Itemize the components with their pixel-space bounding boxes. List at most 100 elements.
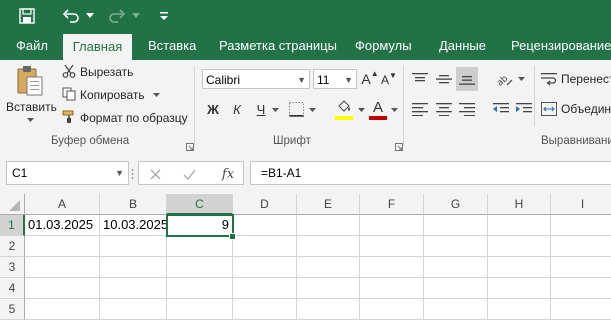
cell-b2[interactable] (100, 236, 167, 257)
paste-icon[interactable] (13, 64, 47, 98)
font-color-button[interactable]: A (369, 97, 387, 117)
chevron-down-icon[interactable]: ▼ (115, 162, 124, 184)
merge-center-icon[interactable] (540, 100, 558, 118)
align-bottom-icon[interactable] (456, 67, 478, 91)
format-painter-icon[interactable] (61, 109, 77, 125)
cell-h5[interactable] (488, 299, 551, 320)
row-header-1[interactable]: 1 (0, 215, 25, 236)
cell-h3[interactable] (488, 257, 551, 278)
paste-button-label[interactable]: Вставить (6, 100, 57, 114)
tab-insert[interactable]: Вставка (148, 32, 196, 60)
decrease-indent-icon[interactable] (490, 98, 512, 120)
cell-h2[interactable] (488, 236, 551, 257)
cell-g3[interactable] (424, 257, 488, 278)
merge-center-button[interactable]: Объедини (561, 102, 611, 116)
borders-dropdown-icon[interactable] (307, 105, 317, 115)
row-header-5[interactable]: 5 (0, 299, 25, 320)
cell-e1[interactable] (297, 215, 360, 236)
cell-a1[interactable]: 01.03.2025 (25, 215, 100, 236)
cell-g2[interactable] (424, 236, 488, 257)
clipboard-launcher-icon[interactable] (186, 138, 194, 151)
cell-e3[interactable] (297, 257, 360, 278)
row-header-3[interactable]: 3 (0, 257, 25, 278)
increase-indent-icon[interactable] (513, 98, 535, 120)
formula-input[interactable]: =B1-A1 (250, 161, 611, 185)
cell-i5[interactable] (551, 299, 611, 320)
select-all-corner[interactable] (0, 194, 25, 215)
row-header-4[interactable]: 4 (0, 278, 25, 299)
customize-qat-icon[interactable] (156, 4, 172, 28)
cell-i3[interactable] (551, 257, 611, 278)
copy-dropdown-icon[interactable] (151, 91, 161, 99)
save-icon[interactable] (14, 4, 40, 28)
tab-file[interactable]: Файл (16, 32, 48, 60)
copy-button[interactable]: Копировать (80, 88, 145, 102)
column-header-b[interactable]: B (100, 194, 167, 215)
cancel-icon[interactable] (147, 166, 163, 182)
cell-g1[interactable] (424, 215, 488, 236)
cell-a3[interactable] (25, 257, 100, 278)
cut-button[interactable]: Вырезать (80, 65, 133, 79)
cell-f5[interactable] (360, 299, 424, 320)
font-color-dropdown-icon[interactable] (389, 105, 399, 115)
cell-b1[interactable]: 10.03.2025 (100, 215, 168, 236)
align-top-icon[interactable] (409, 68, 431, 90)
row-header-2[interactable]: 2 (0, 236, 25, 257)
orientation-dropdown-icon[interactable] (516, 74, 526, 84)
cell-a4[interactable] (25, 278, 100, 299)
cell-d5[interactable] (233, 299, 297, 320)
font-launcher-icon[interactable] (395, 138, 403, 151)
column-header-h[interactable]: H (488, 194, 551, 215)
column-header-g[interactable]: G (424, 194, 488, 215)
cell-c3[interactable] (167, 257, 233, 278)
cell-c2[interactable] (167, 236, 233, 257)
fill-handle[interactable] (229, 233, 236, 240)
cell-e5[interactable] (297, 299, 360, 320)
cell-f1[interactable] (360, 215, 424, 236)
font-size-select[interactable]: 11 ▼ (313, 69, 357, 89)
cell-c4[interactable] (167, 278, 233, 299)
cell-a2[interactable] (25, 236, 100, 257)
cell-i1[interactable] (551, 215, 611, 236)
grow-font-button[interactable]: A ▲ (361, 69, 378, 89)
wrap-text-button[interactable]: Перенести (561, 72, 611, 86)
cell-i4[interactable] (551, 278, 611, 299)
shrink-font-button[interactable]: A ▼ (381, 70, 397, 90)
tab-review[interactable]: Рецензирование (511, 32, 611, 60)
cell-f4[interactable] (360, 278, 424, 299)
cell-b3[interactable] (100, 257, 167, 278)
cell-d3[interactable] (233, 257, 297, 278)
orientation-icon[interactable]: ab (494, 68, 516, 90)
fill-color-dropdown-icon[interactable] (356, 105, 366, 115)
tab-data[interactable]: Данные (439, 32, 486, 60)
cell-g4[interactable] (424, 278, 488, 299)
underline-dropdown-icon[interactable] (270, 105, 280, 115)
undo-dropdown-icon[interactable] (84, 4, 96, 28)
column-header-d[interactable]: D (233, 194, 297, 215)
cell-d2[interactable] (233, 236, 297, 257)
align-left-icon[interactable] (409, 98, 431, 120)
redo-icon[interactable] (104, 4, 130, 28)
format-painter-button[interactable]: Формат по образцу (80, 111, 188, 125)
tab-formulas[interactable]: Формулы (355, 32, 412, 60)
align-center-icon[interactable] (433, 98, 455, 120)
enter-icon[interactable] (181, 166, 197, 182)
fill-color-icon[interactable] (334, 97, 354, 117)
italic-button[interactable]: К (228, 99, 246, 119)
column-header-e[interactable]: E (297, 194, 360, 215)
cell-h1[interactable] (488, 215, 551, 236)
tab-page-layout[interactable]: Разметка страницы (219, 32, 337, 60)
cell-h4[interactable] (488, 278, 551, 299)
cell-b5[interactable] (100, 299, 167, 320)
column-header-i[interactable]: I (551, 194, 611, 215)
cell-f3[interactable] (360, 257, 424, 278)
copy-icon[interactable] (61, 86, 77, 102)
cell-e4[interactable] (297, 278, 360, 299)
column-header-f[interactable]: F (360, 194, 424, 215)
column-header-c[interactable]: C (167, 194, 233, 215)
cell-d1[interactable] (233, 215, 297, 236)
align-right-icon[interactable] (456, 98, 478, 120)
wrap-text-icon[interactable] (540, 70, 558, 88)
cut-icon[interactable] (61, 63, 77, 79)
cell-d4[interactable] (233, 278, 297, 299)
